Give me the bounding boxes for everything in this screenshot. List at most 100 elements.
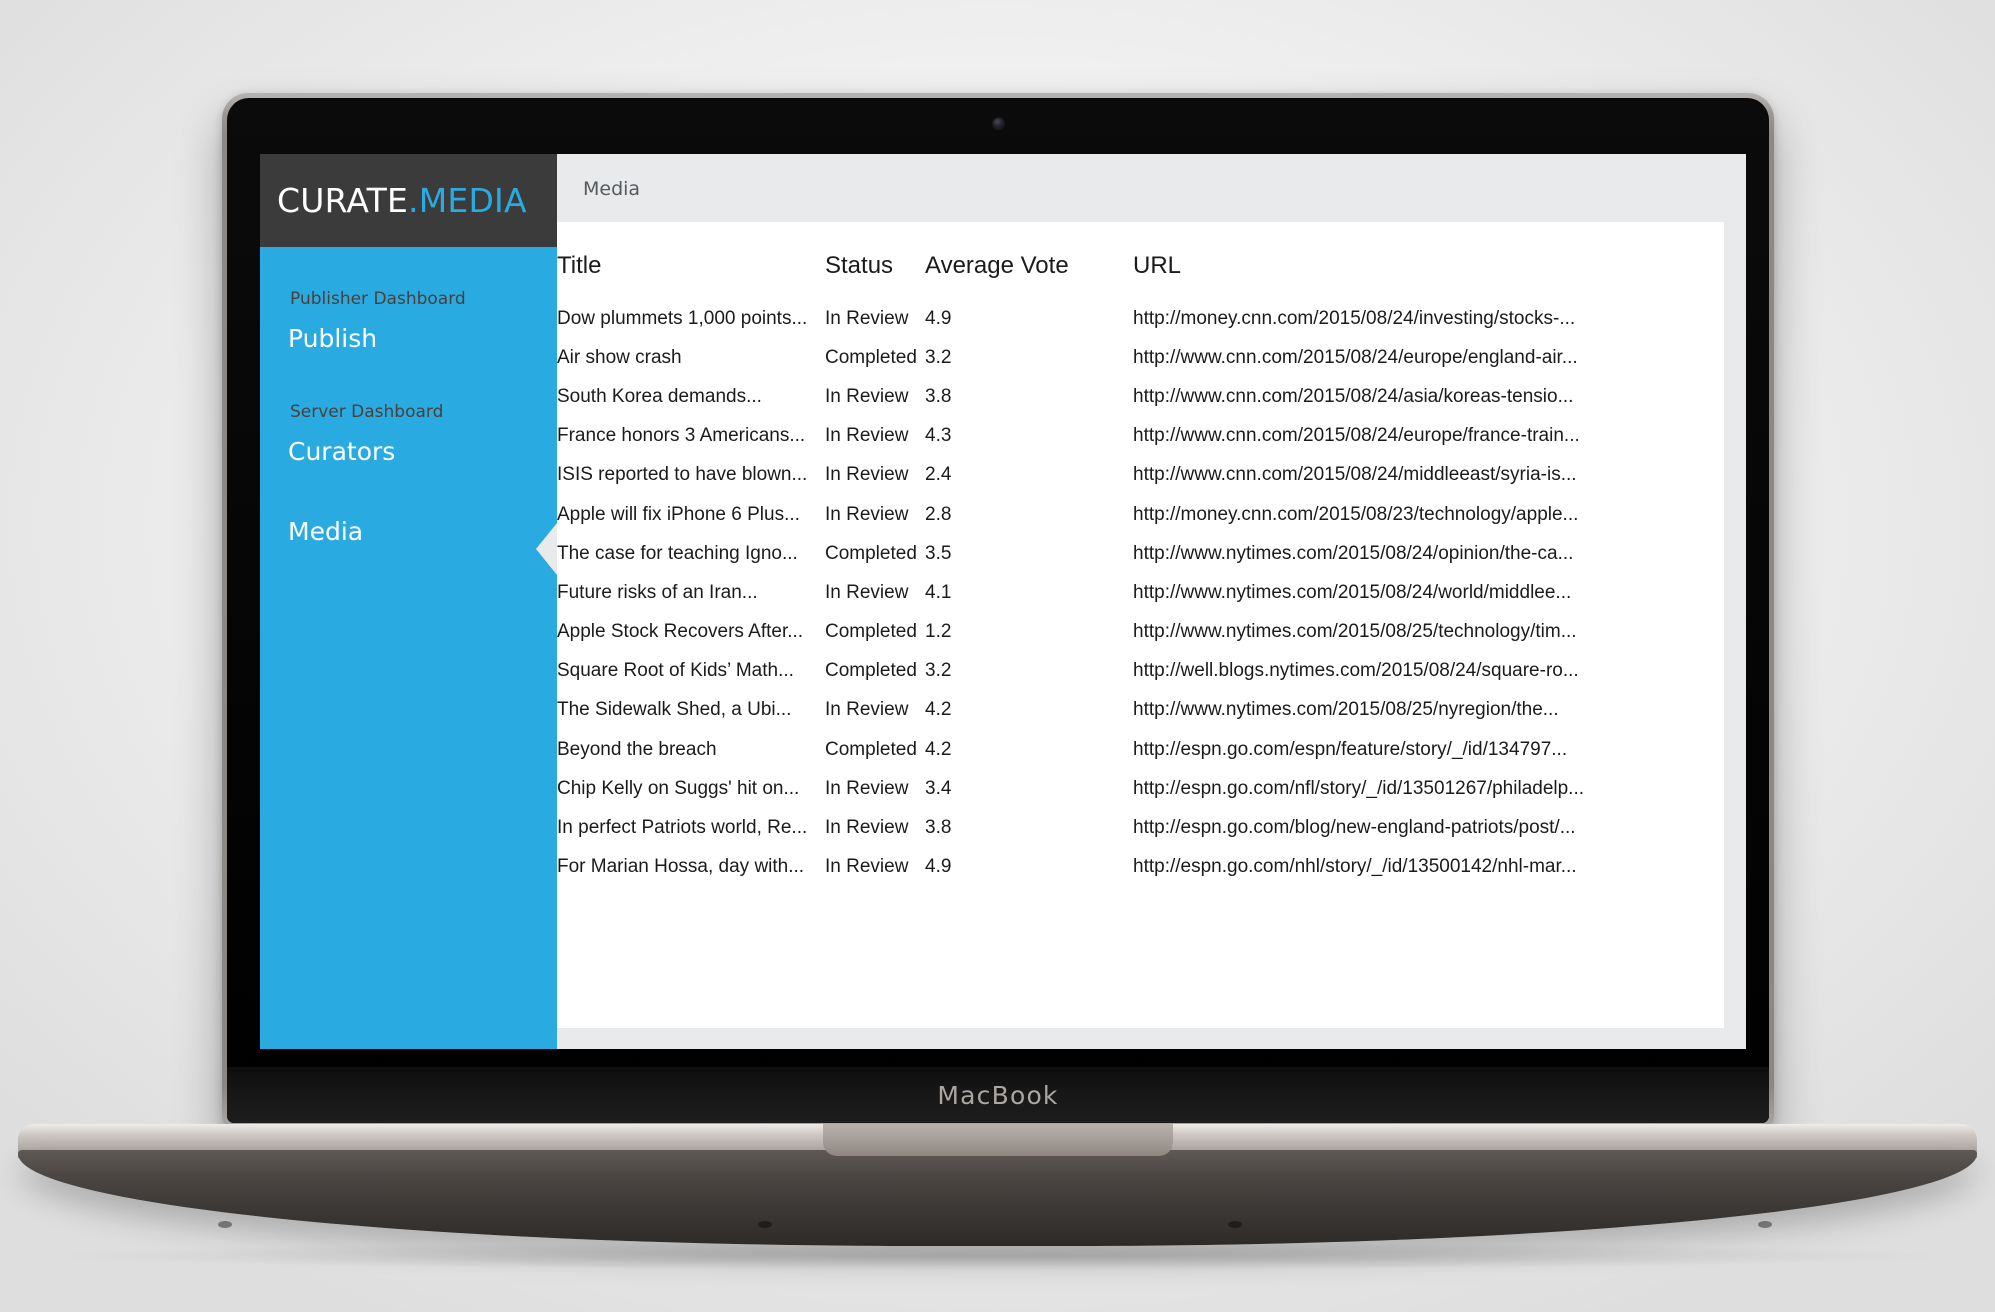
cell-status: In Review [825,856,909,878]
laptop-foot [1228,1221,1242,1228]
cell-average-vote: 3.8 [925,385,952,407]
cell-status: In Review [825,777,909,799]
app-logo[interactable]: CURATE.MEDIA [260,154,557,247]
cell-average-vote: 4.2 [925,738,952,760]
main-content: Media Title Status Average Vote URL Dow … [557,154,1746,1049]
page-background: CURATE.MEDIA Publisher Dashboard Publish… [0,0,1995,1312]
macbook-device: CURATE.MEDIA Publisher Dashboard Publish… [222,93,1774,1127]
sidebar-section-publisher-dashboard: Publisher Dashboard [290,289,466,309]
table-header: Title Status Average Vote URL [557,222,1724,299]
table-row[interactable]: For Marian Hossa, day with... In Review 4.… [557,848,1724,887]
cell-title: For Marian Hossa, day with... [557,856,805,878]
cell-url: http://espn.go.com/nfl/story/_/id/135012… [1133,777,1585,799]
table-row[interactable]: Future risks of an Iran... In Review 4.1 ht… [557,573,1724,612]
cell-average-vote: 4.9 [925,307,952,329]
cell-title: In perfect Patriots world, Re... [557,817,808,839]
laptop-foot [1758,1221,1772,1228]
table-row[interactable]: South Korea demands... In Review 3.8 http:/… [557,377,1724,416]
cell-status: In Review [825,425,909,447]
table-row[interactable]: The case for teaching Igno... Completed 3.… [557,534,1724,573]
cell-url: http://espn.go.com/nhl/story/_/id/135001… [1133,856,1577,878]
cell-url: http://www.nytimes.com/2015/08/25/nyregi… [1133,699,1559,721]
sidebar-section-server-dashboard: Server Dashboard [290,401,444,422]
media-table: Title Status Average Vote URL Dow plumme… [557,222,1724,887]
table-row[interactable]: Square Root of Kids’ Math... Completed 3.2… [557,652,1724,691]
laptop-foot [218,1221,232,1228]
cell-url: http://money.cnn.com/2015/08/23/technolo… [1133,503,1579,525]
table-row[interactable]: Apple will fix iPhone 6 Plus... In Review… [557,495,1724,534]
cell-url: http://espn.go.com/espn/feature/story/_/… [1133,738,1568,760]
cell-average-vote: 4.3 [925,425,952,447]
column-header-average-vote[interactable]: Average Vote [925,222,1133,299]
cell-url: http://www.cnn.com/2015/08/24/europe/eng… [1133,346,1578,368]
table-row[interactable]: ISIS reported to have blown... In Review 2… [557,456,1724,495]
column-header-status[interactable]: Status [825,222,925,299]
brand-dot: . [408,181,419,220]
cell-title: ISIS reported to have blown... [557,464,808,486]
cell-average-vote: 4.9 [925,856,952,878]
sidebar-item-curators[interactable]: Curators [260,435,557,469]
cell-status: Completed [825,621,917,643]
laptop-screen-bezel: CURATE.MEDIA Publisher Dashboard Publish… [227,98,1769,1123]
macbook-wordmark: MacBook [937,1080,1059,1110]
table-row[interactable]: The Sidewalk Shed, a Ubi... In Review 4.2 h… [557,691,1724,730]
table-row[interactable]: Beyond the breach Completed 4.2 http://espn… [557,730,1724,769]
column-header-url[interactable]: URL [1133,222,1724,299]
cell-title: France honors 3 Americans... [557,425,806,447]
laptop-hinge-notch [822,1124,1173,1156]
breadcrumb: Media [583,178,641,200]
cell-status: In Review [825,699,909,721]
cell-status: Completed [825,660,917,682]
webcam-icon [992,118,1004,129]
column-header-title[interactable]: Title [557,222,825,299]
cell-status: Completed [825,542,917,564]
cell-status: In Review [825,385,909,407]
sidebar-nav: Publisher Dashboard Publish Server Dashb… [260,247,557,548]
cell-title: South Korea demands... [557,385,762,407]
table-header-row: Title Status Average Vote URL [557,222,1724,299]
cell-url: http://www.nytimes.com/2015/08/24/opinio… [1133,542,1574,564]
cell-average-vote: 4.2 [925,699,952,721]
cell-status: In Review [825,581,909,603]
table-row[interactable]: Apple Stock Recovers After... Completed 1.… [557,613,1724,652]
cell-average-vote: 2.4 [925,464,952,486]
table-row[interactable]: Air show crash Completed 3.2 http://www.cnn… [557,338,1724,377]
laptop-base [18,1124,1977,1271]
cell-url: http://www.nytimes.com/2015/08/25/techno… [1133,621,1577,643]
cell-title: Apple Stock Recovers After... [557,621,804,643]
cell-average-vote: 3.8 [925,817,952,839]
cell-title: Apple will fix iPhone 6 Plus... [557,503,800,525]
laptop-chin: MacBook [227,1067,1769,1123]
cell-average-vote: 4.1 [925,581,952,603]
media-table-card: Title Status Average Vote URL Dow plumme… [557,222,1724,1028]
cell-url: http://www.nytimes.com/2015/08/24/world/… [1133,581,1572,603]
cell-average-vote: 3.2 [925,660,952,682]
cell-title: The Sidewalk Shed, a Ubi... [557,699,792,721]
table-row[interactable]: Dow plummets 1,000 points... In Review 4.9… [557,299,1724,338]
brand-name: CURATE [277,181,409,220]
cell-title: The case for teaching Igno... [557,542,798,564]
cell-title: Future risks of an Iran... [557,581,758,603]
table-row[interactable]: France honors 3 Americans... In Review 4.3… [557,417,1724,456]
sidebar-item-publish[interactable]: Publish [260,322,557,356]
cell-status: In Review [825,464,909,486]
cell-title: Chip Kelly on Suggs' hit on... [557,777,800,799]
cell-status: In Review [825,307,909,329]
cell-status: In Review [825,503,909,525]
cell-status: Completed [825,346,917,368]
cell-url: http://espn.go.com/blog/new-england-patr… [1133,817,1576,839]
sidebar: CURATE.MEDIA Publisher Dashboard Publish… [260,154,557,1049]
laptop-foot [758,1221,772,1228]
sidebar-item-media[interactable]: Media [260,515,557,549]
cell-title: Square Root of Kids’ Math... [557,660,794,682]
cell-average-vote: 3.4 [925,777,952,799]
table-row[interactable]: In perfect Patriots world, Re... In Revie… [557,808,1724,847]
app-screen: CURATE.MEDIA Publisher Dashboard Publish… [260,154,1746,1049]
cell-url: http://www.cnn.com/2015/08/24/europe/fra… [1133,425,1580,447]
brand-suffix: MEDIA [418,181,527,220]
cell-url: http://www.cnn.com/2015/08/24/asia/korea… [1133,385,1574,407]
cell-average-vote: 1.2 [925,621,952,643]
cell-url: http://www.cnn.com/2015/08/24/middleeast… [1133,464,1577,486]
table-row[interactable]: Chip Kelly on Suggs' hit on... In Review 3… [557,769,1724,808]
laptop-drop-shadow [58,1242,1938,1270]
